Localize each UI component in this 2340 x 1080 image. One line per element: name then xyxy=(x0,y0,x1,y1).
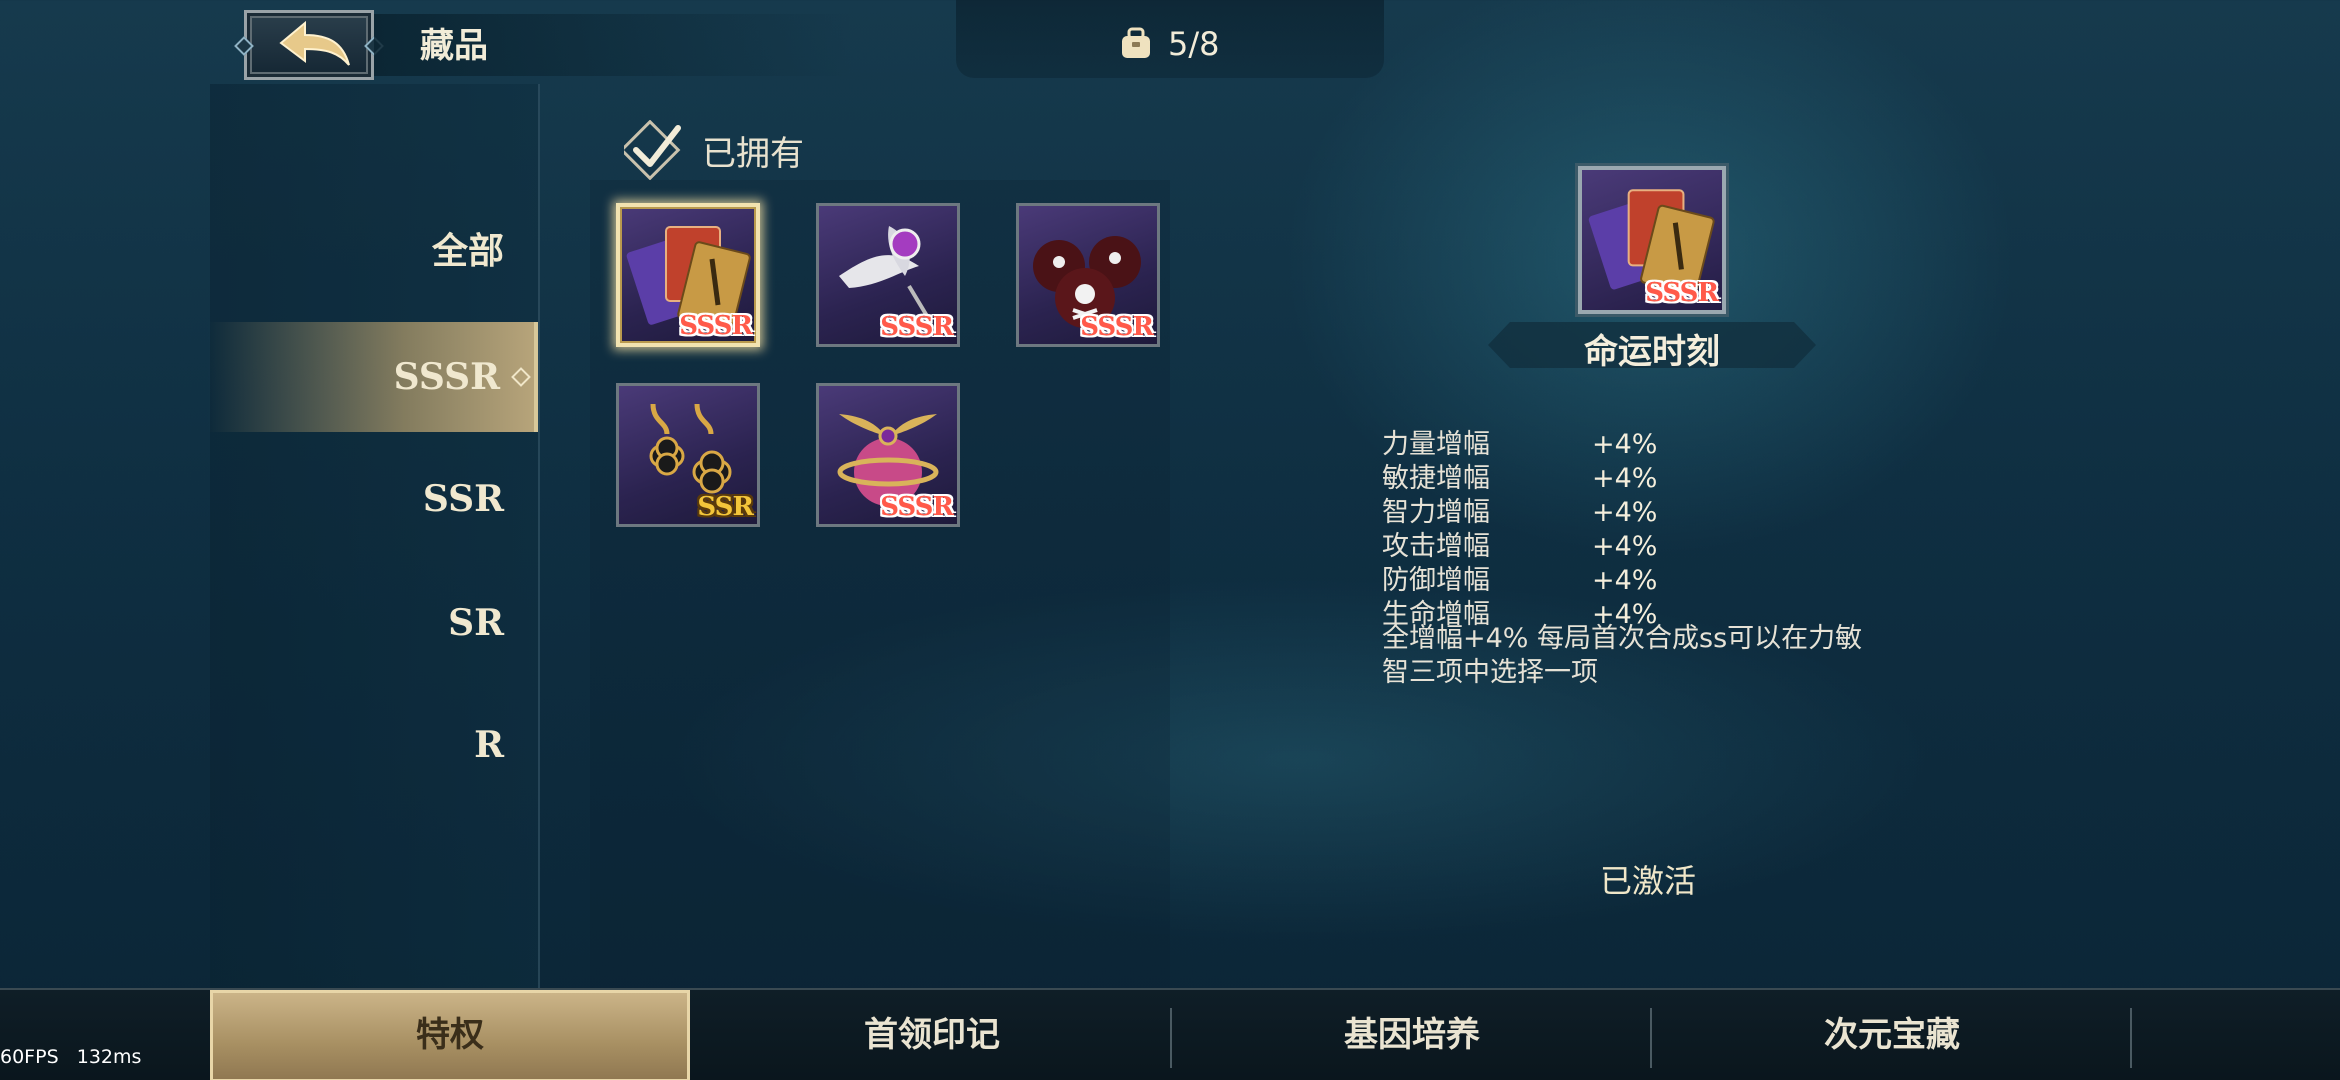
category-sr[interactable]: SR xyxy=(208,568,538,678)
tab-divider xyxy=(2130,1008,2132,1068)
rarity-badge: SSSR xyxy=(880,492,954,522)
owned-filter-label: 已拥有 xyxy=(702,134,804,174)
bag-icon xyxy=(1122,27,1150,58)
rarity-badge: SSSR xyxy=(880,312,954,342)
stat-row: 防御增幅 +4% xyxy=(1382,558,1902,596)
category-ssr[interactable]: SSR xyxy=(208,444,538,554)
back-button[interactable] xyxy=(234,10,384,80)
description-line: 智三项中选择一项 xyxy=(1382,657,1598,688)
category-label: SSR xyxy=(422,478,504,520)
category-all[interactable]: 全部 xyxy=(208,196,538,306)
detail-stats: 力量增幅 +4% 敏捷增幅 +4% 智力增幅 +4% 攻击增幅 +4% 防御增幅 +4% … xyxy=(1382,422,1902,630)
owned-checkbox[interactable] xyxy=(624,120,684,180)
item-slot-feather-brooch[interactable]: SSSR xyxy=(816,203,960,347)
stat-row: 智力增幅 +4% xyxy=(1382,490,1902,528)
stat-row: 攻击增幅 +4% xyxy=(1382,524,1902,562)
detail-item-frame: SSSR xyxy=(1578,166,1726,314)
category-sssr[interactable]: SSSR xyxy=(208,322,538,432)
tab-label: 基因培养 xyxy=(1344,1015,1480,1055)
collection-count: 5/8 xyxy=(1168,25,1220,63)
category-label: 全部 xyxy=(431,230,504,272)
latency-value: 132ms xyxy=(76,1046,142,1068)
item-slot-winged-orb[interactable]: SSSR xyxy=(816,383,960,527)
detail-description: 全增幅+4% 每局首次合成ss可以在力敏 智三项中选择一项 xyxy=(1382,622,1902,690)
tab-dimension-treasure[interactable]: 次元宝藏 xyxy=(1652,990,2132,1080)
detail-item-name: 命运时刻 xyxy=(1584,332,1720,372)
top-bar: 藏品 5/8 xyxy=(0,0,2340,84)
tab-label: 特权 xyxy=(416,1015,484,1055)
page-title: 藏品 xyxy=(420,26,488,66)
rarity-badge: SSSR xyxy=(679,311,753,341)
tab-label: 次元宝藏 xyxy=(1824,1015,1960,1055)
activation-status: 已激活 xyxy=(1600,862,1697,900)
selected-indicator-icon xyxy=(511,367,531,387)
fps-overlay: 60FPS 132ms xyxy=(0,1046,141,1068)
item-slot-skull-bombs[interactable]: SSSR xyxy=(1016,203,1160,347)
category-panel: 全部 SSSR SSR SR R xyxy=(208,84,540,988)
detail-rarity-badge: SSSR xyxy=(1645,278,1719,308)
tab-privilege[interactable]: 特权 xyxy=(210,990,690,1080)
category-r[interactable]: R xyxy=(208,690,538,800)
category-label: SR xyxy=(448,602,504,644)
stat-row: 生命增幅 +4% xyxy=(1382,592,1902,630)
description-line: 全增幅+4% 每局首次合成ss可以在力敏 xyxy=(1382,623,1863,654)
tab-boss-mark[interactable]: 首领印记 xyxy=(692,990,1172,1080)
item-slot-clover-earrings[interactable]: SSR xyxy=(616,383,760,527)
category-label: SSSR xyxy=(393,356,500,398)
item-slot-cards[interactable]: SSSR xyxy=(616,203,760,347)
fps-value: 60FPS xyxy=(0,1046,59,1068)
back-arrow-icon xyxy=(279,20,350,66)
rarity-badge: SSR xyxy=(697,492,754,522)
tab-gene-training[interactable]: 基因培养 xyxy=(1172,990,1652,1080)
category-label: R xyxy=(474,724,504,766)
rarity-badge: SSSR xyxy=(1080,312,1154,342)
tab-label: 首领印记 xyxy=(864,1015,1000,1055)
stat-row: 力量增幅 +4% xyxy=(1382,422,1902,460)
bottom-tab-bar: 特权 首领印记 基因培养 次元宝藏 xyxy=(0,988,2340,1080)
stat-row: 敏捷增幅 +4% xyxy=(1382,456,1902,494)
